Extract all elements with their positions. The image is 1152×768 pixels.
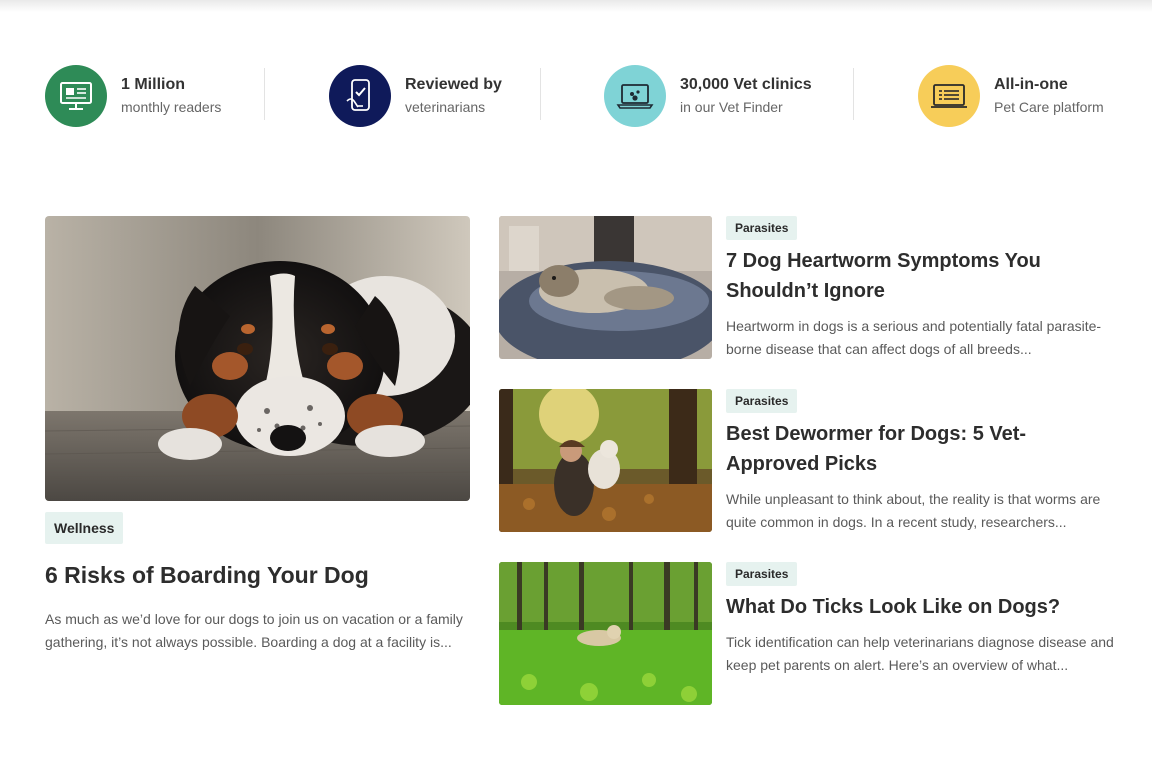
stat-vet-clinics: 30,000 Vet clinics in our Vet Finder — [604, 64, 812, 128]
stat-subtitle: monthly readers — [121, 99, 222, 115]
category-tag[interactable]: Parasites — [726, 389, 798, 413]
stat-divider — [264, 68, 265, 120]
stat-readers: 1 Million monthly readers — [45, 64, 221, 128]
featured-dog-image[interactable] — [45, 216, 470, 501]
featured-article[interactable]: Wellness 6 Risks of Boarding Your Dog As… — [45, 216, 470, 654]
stat-subtitle: veterinarians — [405, 99, 486, 115]
article-card[interactable]: Parasites Best Dewormer for Dogs: 5 Vet-… — [499, 389, 1119, 532]
phone-check-icon — [329, 65, 391, 127]
document-list-icon — [918, 65, 980, 127]
category-tag[interactable]: Parasites — [726, 562, 798, 586]
stat-title: Reviewed by — [405, 76, 502, 93]
heartworm-dog-image[interactable] — [499, 216, 712, 359]
monitor-chart-icon — [45, 65, 107, 127]
laptop-pet-icon — [604, 65, 666, 127]
stat-divider — [853, 68, 854, 120]
article-excerpt: Tick identification can help veterinaria… — [726, 634, 1114, 673]
stat-title: 30,000 Vet clinics — [680, 76, 812, 93]
stat-reviewed: Reviewed by veterinarians — [329, 64, 502, 128]
featured-article-excerpt: As much as we’d love for our dogs to joi… — [45, 611, 463, 650]
stat-subtitle: in our Vet Finder — [680, 99, 783, 115]
article-card[interactable]: Parasites What Do Ticks Look Like on Dog… — [499, 562, 1119, 705]
header-shadow — [0, 0, 1152, 12]
ticks-dog-image[interactable] — [499, 562, 712, 705]
article-card[interactable]: Parasites 7 Dog Heartworm Symptoms You S… — [499, 216, 1119, 359]
dewormer-dog-image[interactable] — [499, 389, 712, 532]
stat-divider — [540, 68, 541, 120]
article-excerpt: While unpleasant to think about, the rea… — [726, 491, 1101, 530]
stats-bar: 1 Million monthly readers Reviewed by ve… — [45, 64, 1115, 128]
stat-title: All-in-one — [994, 76, 1068, 93]
stat-platform: All-in-one Pet Care platform — [918, 64, 1104, 128]
article-title[interactable]: Best Dewormer for Dogs: 5 Vet-Approved P… — [726, 419, 1116, 479]
featured-article-title[interactable]: 6 Risks of Boarding Your Dog — [45, 560, 470, 590]
article-excerpt: Heartworm in dogs is a serious and poten… — [726, 318, 1102, 357]
category-tag[interactable]: Wellness — [45, 512, 124, 544]
stat-subtitle: Pet Care platform — [994, 99, 1104, 115]
stat-title: 1 Million — [121, 76, 185, 93]
article-title[interactable]: What Do Ticks Look Like on Dogs? — [726, 592, 1116, 622]
category-tag[interactable]: Parasites — [726, 216, 798, 240]
article-title[interactable]: 7 Dog Heartworm Symptoms You Shouldn’t I… — [726, 246, 1116, 306]
